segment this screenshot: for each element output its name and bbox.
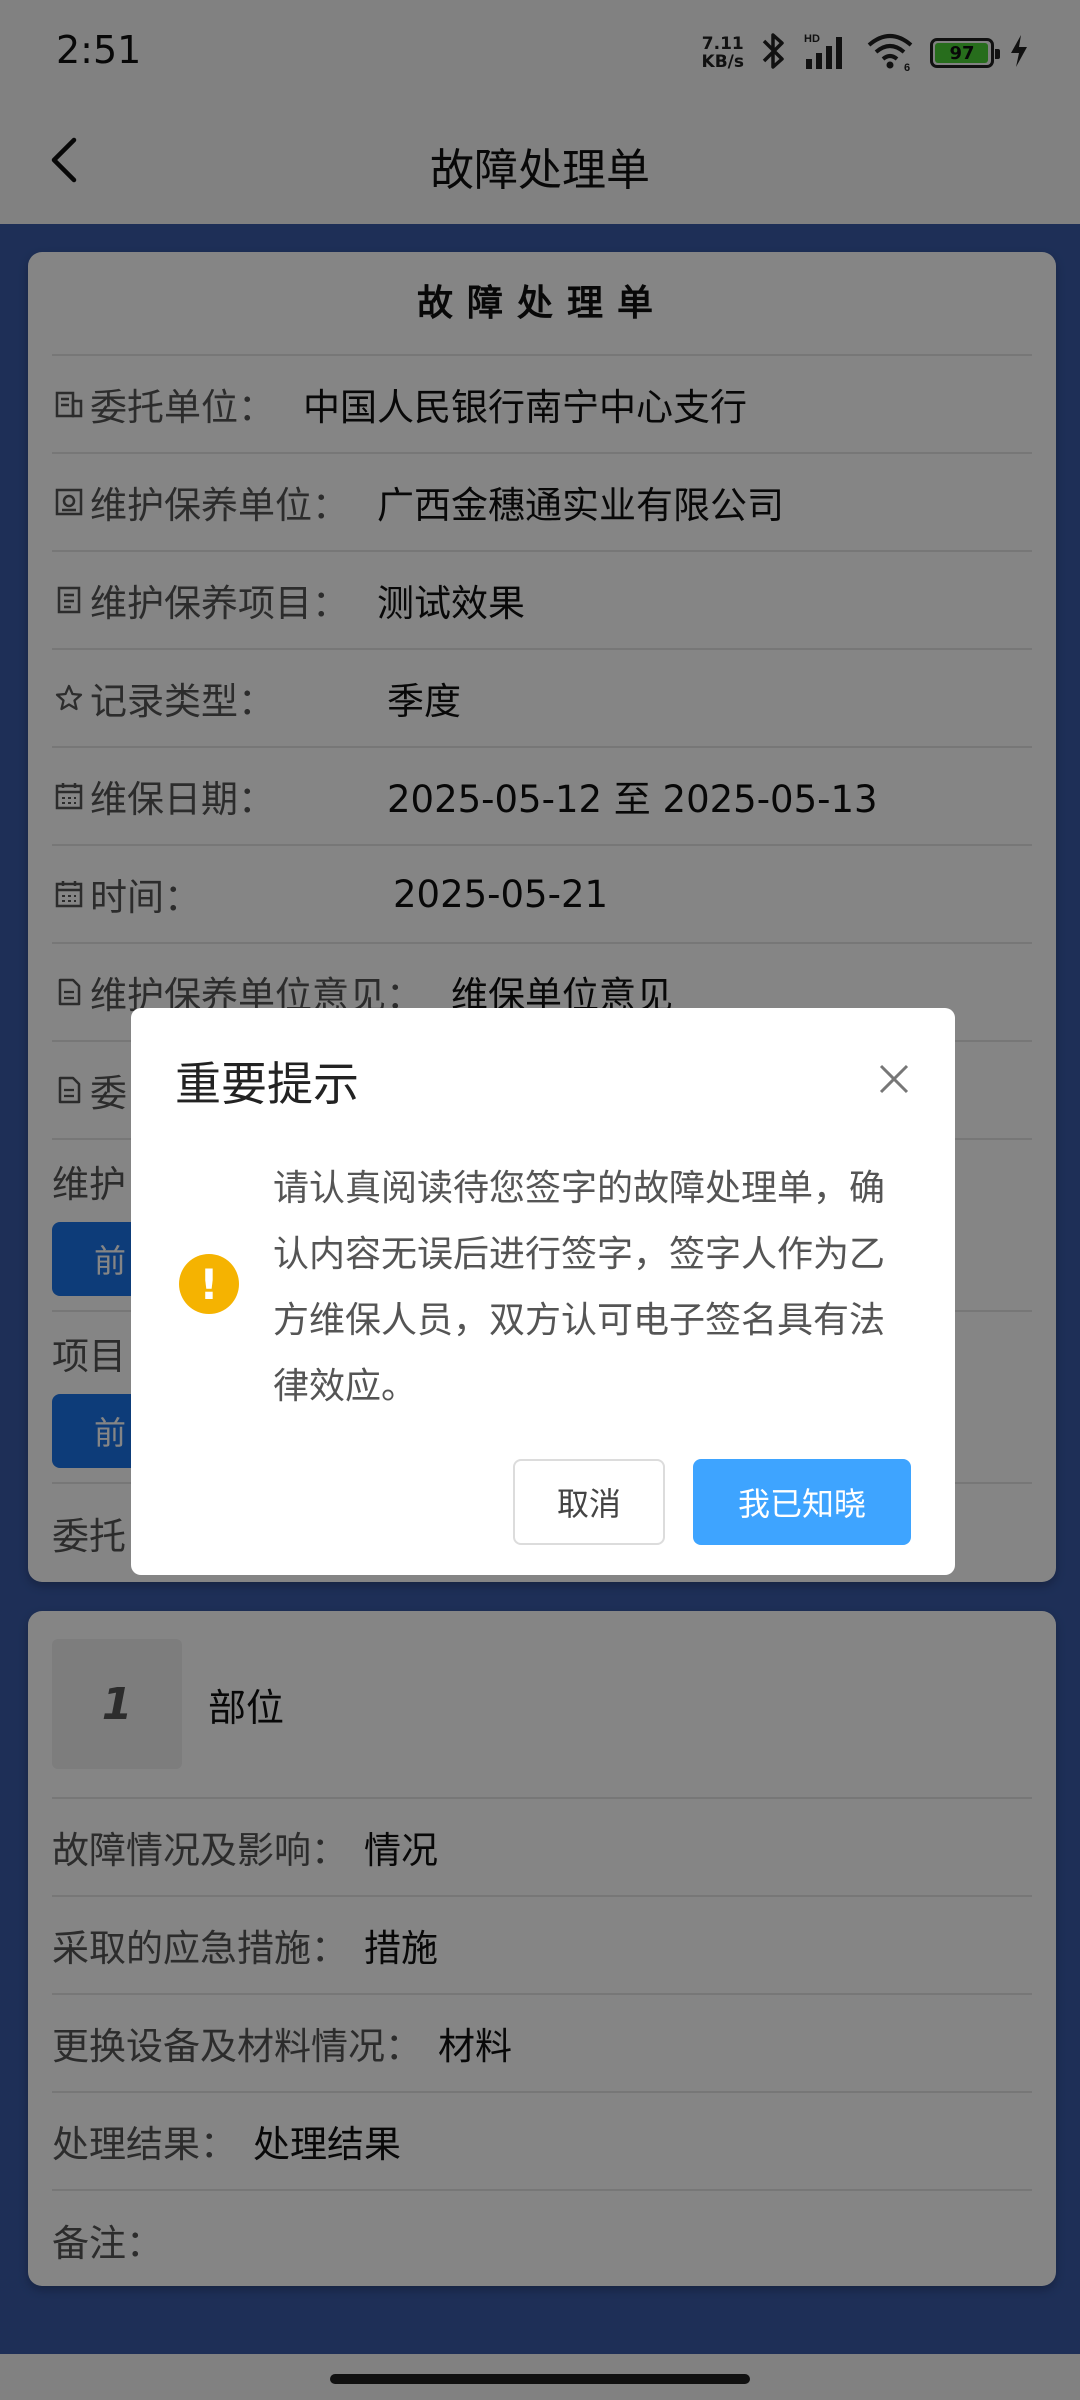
acknowledge-button[interactable]: 我已知晓 <box>693 1459 911 1545</box>
warning-icon: ! <box>179 1254 239 1314</box>
cancel-button[interactable]: 取消 <box>513 1459 665 1545</box>
dialog-title: 重要提示 <box>175 1057 359 1111</box>
important-notice-dialog: 重要提示 ! 请认真阅读待您签字的故障处理单，确认内容无误后进行签字，签字人作为… <box>131 1008 955 1575</box>
close-icon[interactable] <box>877 1062 911 1096</box>
dialog-message: 请认真阅读待您签字的故障处理单，确认内容无误后进行签字，签字人作为乙方维保人员，… <box>273 1168 886 1407</box>
